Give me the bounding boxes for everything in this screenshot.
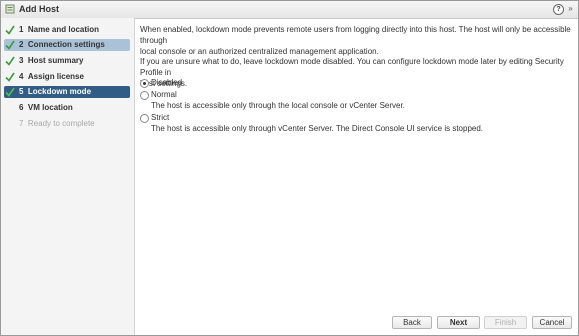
step-lockdown-mode[interactable]: 5 Lockdown mode	[4, 86, 130, 98]
step-vm-location[interactable]: 6 VM location	[4, 102, 130, 114]
lockdown-mode-panel: When enabled, lockdown mode prevents rem…	[140, 24, 572, 133]
host-icon	[5, 4, 15, 14]
intro-text: When enabled, lockdown mode prevents rem…	[140, 24, 572, 57]
checkmark-icon	[5, 72, 15, 82]
radio-label: Normal	[151, 90, 177, 99]
step-label: Host summary	[27, 56, 84, 65]
intro-line-2: local console or an authorized centraliz…	[140, 47, 379, 56]
wizard-footer: Back Next Finish Cancel	[134, 309, 578, 335]
hint-text: If you are unsure what to do, leave lock…	[140, 56, 572, 89]
checkmark-icon	[5, 87, 15, 97]
wizard-steps: 1 Name and location 2 Connection setting…	[1, 18, 135, 335]
step-number: 3	[19, 56, 24, 65]
radio-button[interactable]	[140, 79, 149, 88]
expand-icon[interactable]: »	[566, 4, 575, 14]
back-button[interactable]: Back	[392, 316, 432, 329]
step-label: Lockdown mode	[27, 87, 92, 96]
radio-button[interactable]	[140, 91, 149, 100]
next-button[interactable]: Next	[437, 316, 480, 329]
step-label: Connection settings	[27, 40, 105, 49]
step-number: 5	[19, 87, 24, 96]
checkmark-icon	[5, 56, 15, 66]
finish-button: Finish	[484, 316, 527, 329]
intro-line-1: When enabled, lockdown mode prevents rem…	[140, 25, 571, 45]
step-label: Name and location	[27, 25, 100, 34]
radio-label: Strict	[151, 113, 170, 122]
step-host-summary[interactable]: 3 Host summary	[4, 55, 130, 67]
radio-description: The host is accessible only through vCen…	[151, 124, 484, 133]
step-connection-settings[interactable]: 2 Connection settings	[4, 39, 130, 51]
step-number: 1	[19, 25, 24, 34]
step-ready-to-complete: 7 Ready to complete	[4, 118, 130, 130]
step-label: Assign license	[27, 72, 84, 81]
add-host-dialog: Add Host ? » 1 Name and location 2 Conne…	[0, 0, 579, 336]
help-icon[interactable]: ?	[553, 4, 564, 15]
checkmark-icon	[5, 25, 15, 35]
title-bar: Add Host ? »	[1, 1, 578, 19]
radio-label: Disabled	[151, 78, 183, 87]
step-label: VM location	[27, 103, 73, 112]
step-number: 6	[19, 103, 24, 112]
cancel-button[interactable]: Cancel	[532, 316, 572, 329]
radio-description: The host is accessible only through the …	[151, 101, 405, 110]
step-number: 2	[19, 40, 24, 49]
step-name-and-location[interactable]: 1 Name and location	[4, 24, 130, 36]
step-label: Ready to complete	[27, 119, 95, 128]
step-number: 7	[19, 119, 24, 128]
checkmark-icon	[5, 40, 15, 50]
dialog-title: Add Host	[19, 4, 59, 14]
radio-button[interactable]	[140, 114, 149, 123]
hint-line-1: If you are unsure what to do, leave lock…	[140, 57, 564, 77]
step-number: 4	[19, 72, 24, 81]
step-assign-license[interactable]: 4 Assign license	[4, 71, 130, 83]
